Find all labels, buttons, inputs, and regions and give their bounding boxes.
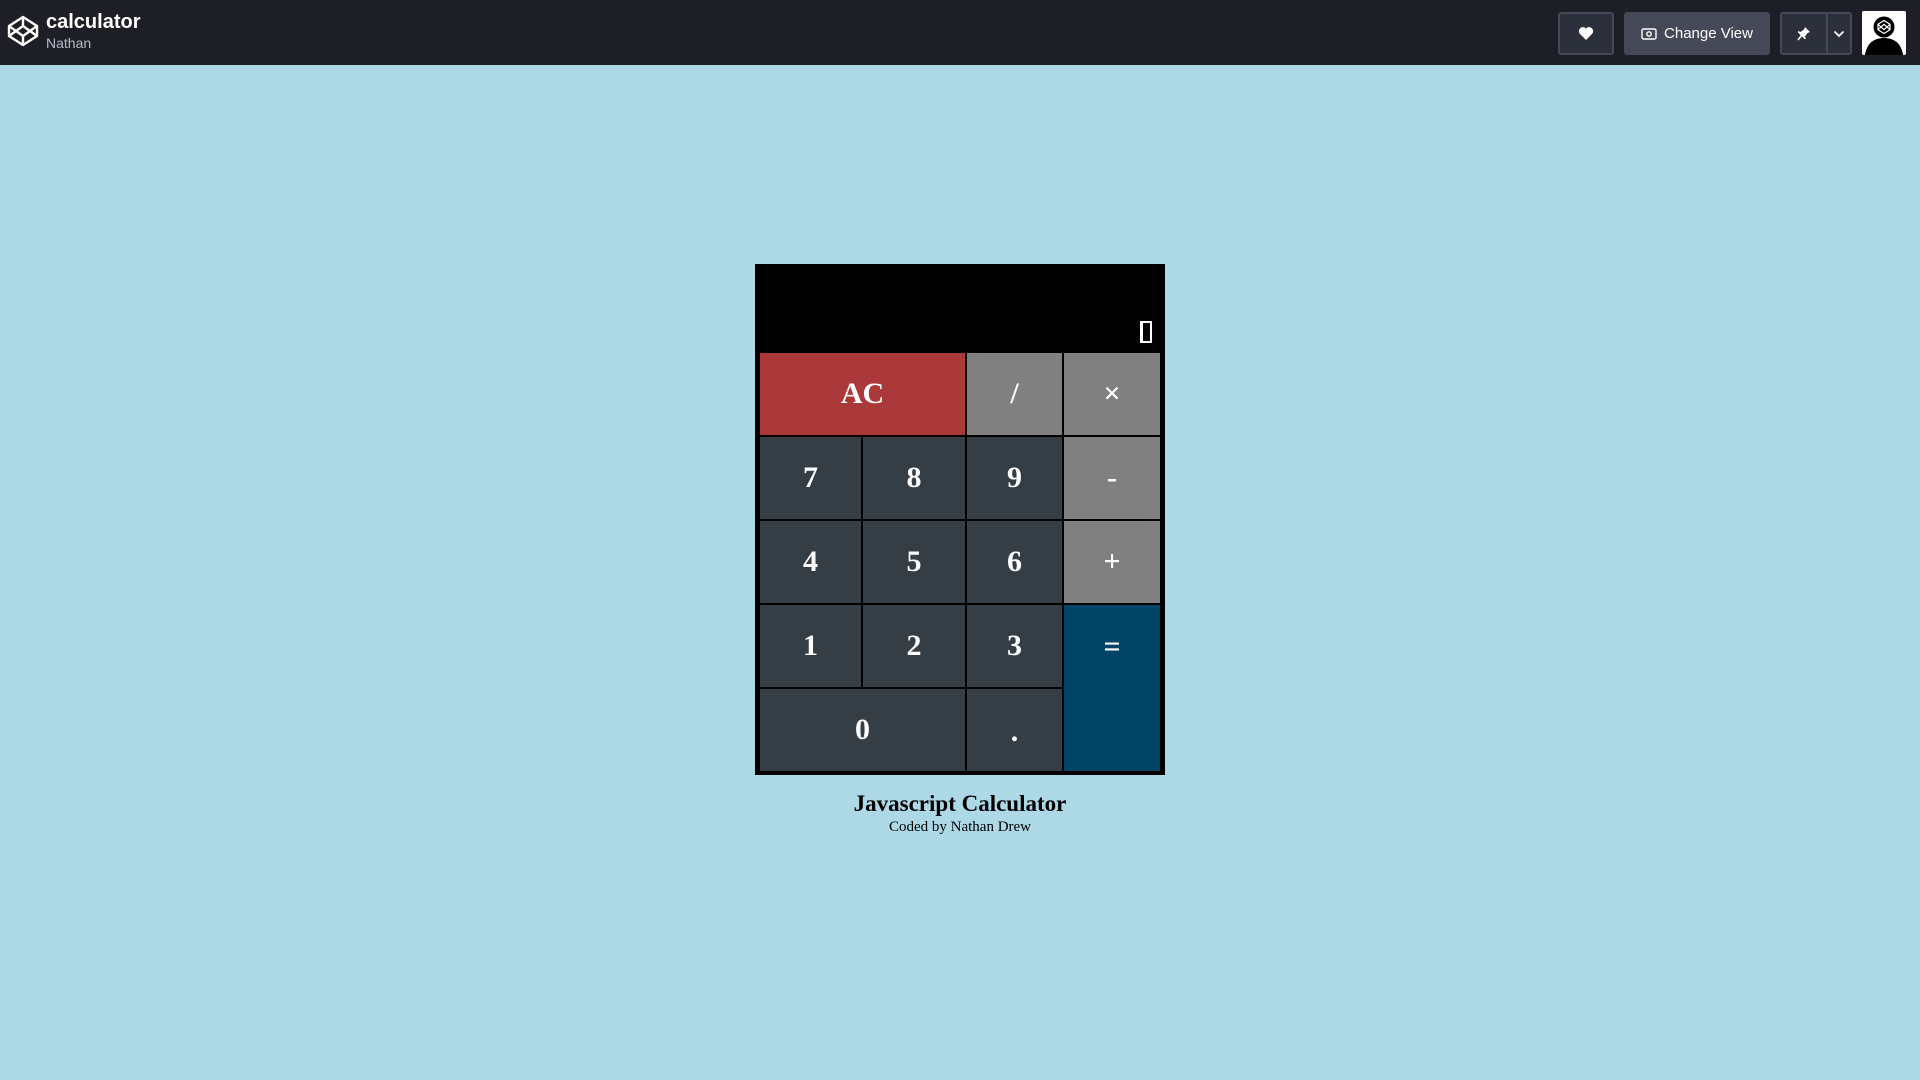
eye-icon <box>1641 27 1657 40</box>
caption-title: Javascript Calculator <box>853 791 1067 816</box>
display-cursor-icon <box>1140 321 1152 343</box>
four-button[interactable]: 4 <box>760 521 861 603</box>
nine-button[interactable]: 9 <box>967 437 1062 519</box>
heart-icon <box>1578 27 1594 40</box>
top-bar: calculator Nathan Change View <box>0 0 1920 65</box>
avatar-icon <box>1862 11 1906 55</box>
subtract-button[interactable]: - <box>1064 437 1160 519</box>
two-button[interactable]: 2 <box>863 605 965 687</box>
heart-button[interactable] <box>1558 12 1614 55</box>
codepen-logo-icon[interactable] <box>6 14 40 48</box>
user-avatar[interactable] <box>1862 11 1906 55</box>
chevron-down-icon <box>1833 30 1845 37</box>
keypad: AC / × 7 8 9 - 4 5 6 + 1 2 3 = 0 . <box>760 353 1160 771</box>
zero-button[interactable]: 0 <box>760 689 965 771</box>
caption-subtitle: Coded by Nathan Drew <box>888 819 1032 835</box>
seven-button[interactable]: 7 <box>760 437 861 519</box>
six-button[interactable]: 6 <box>967 521 1062 603</box>
clear-button[interactable]: AC <box>760 353 965 435</box>
pin-icon <box>1797 26 1810 40</box>
equals-button[interactable]: = <box>1064 605 1160 771</box>
five-button[interactable]: 5 <box>863 521 965 603</box>
pen-titles: calculator Nathan <box>46 10 140 52</box>
caption: Javascript Calculator Coded by Nathan Dr… <box>660 790 1260 836</box>
pin-button[interactable] <box>1782 14 1828 53</box>
divide-button[interactable]: / <box>967 353 1062 435</box>
pin-button-group <box>1780 12 1852 55</box>
calculator-display <box>760 269 1160 353</box>
pen-title[interactable]: calculator <box>46 10 140 34</box>
decimal-button[interactable]: . <box>967 689 1062 771</box>
add-button[interactable]: + <box>1064 521 1160 603</box>
eight-button[interactable]: 8 <box>863 437 965 519</box>
change-view-label: Change View <box>1664 25 1753 42</box>
calculator: AC / × 7 8 9 - 4 5 6 + 1 2 3 = 0 . <box>755 264 1165 775</box>
pen-author[interactable]: Nathan <box>46 34 140 52</box>
multiply-button[interactable]: × <box>1064 353 1160 435</box>
three-button[interactable]: 3 <box>967 605 1062 687</box>
one-button[interactable]: 1 <box>760 605 861 687</box>
pin-dropdown-button[interactable] <box>1828 14 1850 53</box>
change-view-button[interactable]: Change View <box>1624 12 1770 55</box>
